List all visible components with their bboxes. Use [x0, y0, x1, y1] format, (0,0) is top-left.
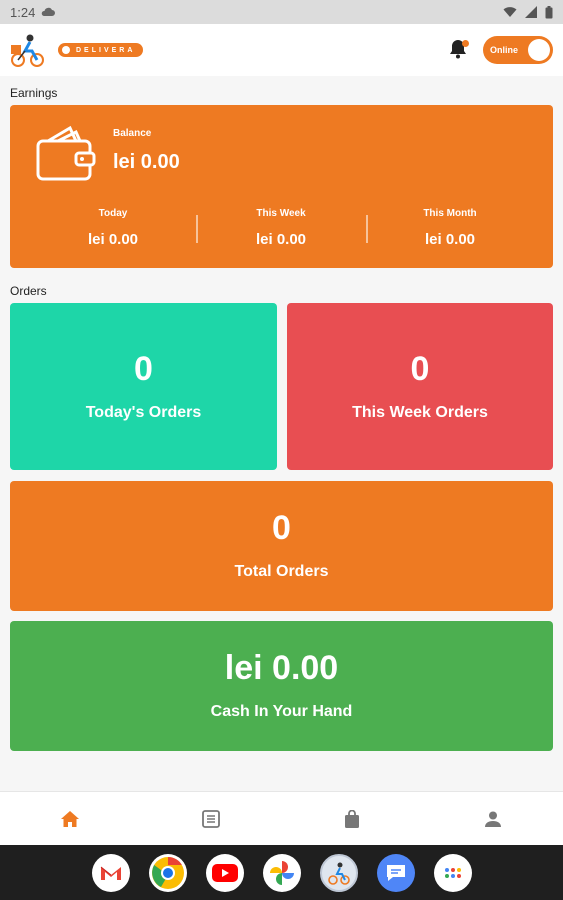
app-grid-icon	[444, 867, 461, 878]
status-bar: 1:24	[0, 0, 563, 24]
gmail-app[interactable]	[91, 853, 130, 892]
app-header: DELIVERA Online	[0, 24, 563, 76]
system-dock	[0, 845, 563, 900]
earnings-month-value: lei 0.00	[424, 231, 476, 248]
brand-logo: DELIVERA	[58, 43, 144, 57]
photos-app[interactable]	[262, 853, 301, 892]
nav-home[interactable]	[0, 792, 141, 845]
earnings-month-label: This Month	[423, 208, 477, 219]
delivery-rider-icon	[327, 862, 350, 885]
earnings-card: Balance lei 0.00 Today lei 0.00 This Wee…	[10, 105, 553, 268]
week-orders-card[interactable]: 0 This Week Orders	[287, 303, 553, 470]
battery-icon	[545, 5, 553, 18]
todays-orders-card[interactable]: 0 Today's Orders	[10, 303, 277, 470]
shopping-bag-icon	[344, 809, 359, 828]
youtube-icon	[211, 863, 238, 882]
total-orders-label: Total Orders	[234, 563, 329, 580]
nav-profile[interactable]	[422, 792, 563, 845]
chrome-icon	[151, 856, 184, 889]
total-orders-count: 0	[272, 509, 291, 547]
brand-name: DELIVERA	[76, 46, 136, 54]
earnings-week-value: lei 0.00	[255, 231, 307, 248]
home-icon	[61, 810, 80, 827]
online-toggle[interactable]: Online	[483, 36, 553, 64]
chrome-app[interactable]	[148, 853, 187, 892]
orders-section-label: Orders	[10, 284, 47, 298]
earnings-month: This Month lei 0.00	[370, 208, 530, 248]
orders-list-icon	[202, 809, 221, 828]
cloud-icon	[42, 7, 56, 16]
messages-app[interactable]	[376, 853, 415, 892]
status-time: 1:24	[10, 4, 36, 20]
earnings-divider	[196, 215, 198, 243]
earnings-week: This Week lei 0.00	[201, 208, 361, 248]
wifi-icon	[503, 7, 517, 17]
earnings-today-value: lei 0.00	[87, 231, 139, 248]
delivera-app[interactable]	[319, 853, 358, 892]
signal-icon	[525, 6, 537, 18]
earnings-today: Today lei 0.00	[33, 208, 193, 248]
online-toggle-label: Online	[490, 45, 519, 55]
delivery-rider-icon	[11, 34, 44, 67]
bottom-nav	[0, 791, 563, 845]
earnings-today-label: Today	[98, 208, 128, 219]
gmail-icon	[100, 866, 121, 880]
youtube-app[interactable]	[205, 853, 244, 892]
wallet-icon	[36, 125, 96, 181]
cash-in-hand-label: Cash In Your Hand	[210, 703, 353, 720]
toggle-knob	[528, 39, 550, 61]
todays-orders-count: 0	[134, 349, 153, 388]
balance-value: lei 0.00	[113, 151, 180, 173]
cash-in-hand-card[interactable]: lei 0.00 Cash In Your Hand	[10, 621, 553, 751]
total-orders-card[interactable]: 0 Total Orders	[10, 481, 553, 611]
brand-mark-icon	[62, 46, 70, 54]
nav-orders[interactable]	[141, 792, 282, 845]
week-orders-count: 0	[410, 349, 430, 388]
earnings-section-label: Earnings	[10, 86, 58, 100]
profile-icon	[484, 811, 501, 827]
app-drawer-button[interactable]	[433, 853, 472, 892]
earnings-week-label: This Week	[256, 208, 306, 219]
nav-shop[interactable]	[282, 792, 423, 845]
todays-orders-label: Today's Orders	[85, 403, 202, 421]
cash-in-hand-value: lei 0.00	[224, 649, 339, 687]
balance-label: Balance	[113, 128, 152, 139]
notifications-button[interactable]	[449, 39, 469, 61]
messages-icon	[386, 864, 405, 881]
notification-badge	[462, 40, 469, 47]
logo: DELIVERA	[10, 32, 144, 68]
earnings-divider	[366, 215, 368, 243]
photos-icon	[269, 860, 294, 885]
week-orders-label: This Week Orders	[352, 403, 488, 421]
